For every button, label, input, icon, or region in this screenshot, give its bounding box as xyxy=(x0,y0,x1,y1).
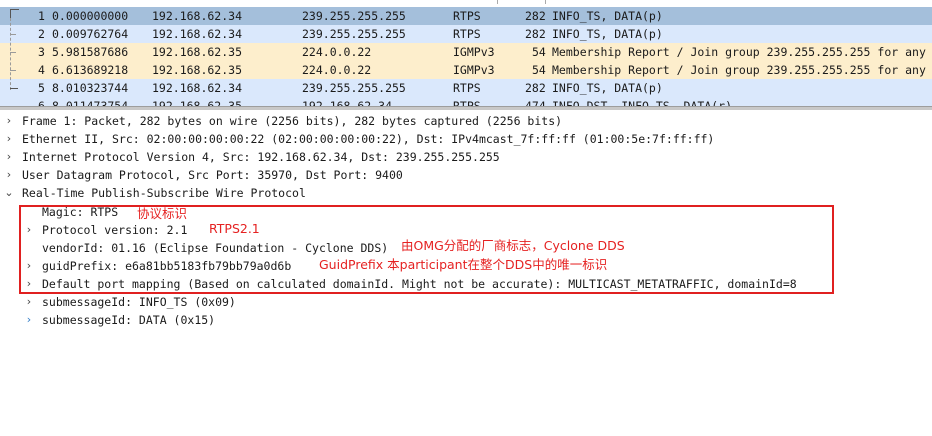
pane-splitter[interactable] xyxy=(0,106,932,110)
packet-protocol: RTPS xyxy=(453,27,481,41)
packet-no: 6 xyxy=(38,99,45,106)
packet-row[interactable]: 6 8.011473754 192.168.62.35 192.168.62.3… xyxy=(0,97,932,106)
packet-no: 1 xyxy=(38,9,45,23)
annotation-protocol-version: RTPS2.1 xyxy=(209,221,260,236)
packet-row[interactable]: 4 6.613689218 192.168.62.35 224.0.0.22 I… xyxy=(0,61,932,79)
packet-info: INFO_TS, DATA(p) xyxy=(552,81,663,95)
tree-item-label: Frame 1: Packet, 282 bytes on wire (2256… xyxy=(22,114,563,128)
column-divider xyxy=(545,0,546,4)
packet-info: INFO_TS, DATA(p) xyxy=(552,27,663,41)
packet-destination: 239.255.255.255 xyxy=(302,9,406,23)
packet-length: 474 xyxy=(525,99,546,106)
chevron-right-icon[interactable]: › xyxy=(24,293,34,311)
packet-source: 192.168.62.34 xyxy=(152,27,243,41)
packet-length: 54 xyxy=(532,45,546,59)
annotation-guid-prefix: GuidPrefix 本participant在整个DDS中的唯一标识 xyxy=(319,257,608,272)
packet-protocol: RTPS xyxy=(453,81,481,95)
packet-info: Membership Report / Join group 239.255.2… xyxy=(552,63,926,77)
packet-time: 0.000000000 xyxy=(52,9,129,23)
packet-info: INFO_DST, INFO_TS, DATA(r) xyxy=(552,99,733,106)
packet-destination: 239.255.255.255 xyxy=(302,81,406,95)
tree-item-label: Real-Time Publish-Subscribe Wire Protoco… xyxy=(22,186,306,200)
annotation-magic: 协议标识 xyxy=(137,206,188,221)
chevron-down-icon[interactable]: ⌄ xyxy=(4,184,14,202)
tree-item-label: Ethernet II, Src: 02:00:00:00:00:22 (02:… xyxy=(22,132,715,146)
packet-row[interactable]: 2 0.009762764 192.168.62.34 239.255.255.… xyxy=(0,25,932,43)
packet-protocol: IGMPv3 xyxy=(453,63,495,77)
packet-row[interactable]: 5 8.010323744 192.168.62.34 239.255.255.… xyxy=(0,79,932,97)
packet-time: 0.009762764 xyxy=(52,27,129,41)
chevron-right-icon[interactable]: › xyxy=(24,311,34,329)
packet-source: 192.168.62.35 xyxy=(152,45,243,59)
packet-no: 2 xyxy=(38,27,45,41)
conversation-tree-tick xyxy=(10,70,16,71)
packet-info: Membership Report / Join group 239.255.2… xyxy=(552,45,926,59)
packet-no: 5 xyxy=(38,81,45,95)
tree-item-label: submessageId: INFO_TS (0x09) xyxy=(42,295,236,309)
packet-source: 192.168.62.34 xyxy=(152,9,243,23)
packet-destination: 192.168.62.34 xyxy=(302,99,393,106)
packet-protocol: IGMPv3 xyxy=(453,45,495,59)
tree-item-label: submessageId: DATA (0x15) xyxy=(42,313,216,327)
column-divider xyxy=(497,0,498,4)
packet-destination: 239.255.255.255 xyxy=(302,27,406,41)
packet-source: 192.168.62.35 xyxy=(152,99,243,106)
tree-item-label: User Datagram Protocol, Src Port: 35970,… xyxy=(22,168,403,182)
annotation-vendor-id: 由OMG分配的厂商标志，Cyclone DDS xyxy=(401,238,625,253)
packet-row[interactable]: 3 5.981587686 192.168.62.35 224.0.0.22 I… xyxy=(0,43,932,61)
conversation-tree-end xyxy=(10,88,18,90)
packet-list[interactable]: 1 0.000000000 192.168.62.34 239.255.255.… xyxy=(0,0,932,106)
packet-time: 8.010323744 xyxy=(52,81,129,95)
chevron-right-icon[interactable]: › xyxy=(4,166,14,184)
packet-destination: 224.0.0.22 xyxy=(302,63,372,77)
packet-time: 8.011473754 xyxy=(52,99,129,106)
packet-protocol: RTPS xyxy=(453,99,481,106)
packet-info: INFO_TS, DATA(p) xyxy=(552,9,663,23)
chevron-right-icon[interactable]: › xyxy=(4,112,14,130)
chevron-right-icon[interactable]: › xyxy=(4,130,14,148)
packet-length: 282 xyxy=(525,27,546,41)
packet-no: 4 xyxy=(38,63,45,77)
packet-destination: 224.0.0.22 xyxy=(302,45,372,59)
tree-item-label: Internet Protocol Version 4, Src: 192.16… xyxy=(22,150,500,164)
conversation-tree-tick xyxy=(10,34,16,35)
packet-protocol: RTPS xyxy=(453,9,481,23)
packet-no: 3 xyxy=(38,45,45,59)
chevron-right-icon[interactable]: › xyxy=(4,148,14,166)
packet-row[interactable]: 1 0.000000000 192.168.62.34 239.255.255.… xyxy=(0,7,932,25)
packet-length: 282 xyxy=(525,81,546,95)
packet-source: 192.168.62.34 xyxy=(152,81,243,95)
packet-time: 5.981587686 xyxy=(52,45,129,59)
conversation-tree-line xyxy=(10,18,19,90)
packet-length: 282 xyxy=(525,9,546,23)
packet-length: 54 xyxy=(532,63,546,77)
conversation-tree-tick xyxy=(10,52,16,53)
packet-time: 6.613689218 xyxy=(52,63,129,77)
packet-source: 192.168.62.35 xyxy=(152,63,243,77)
